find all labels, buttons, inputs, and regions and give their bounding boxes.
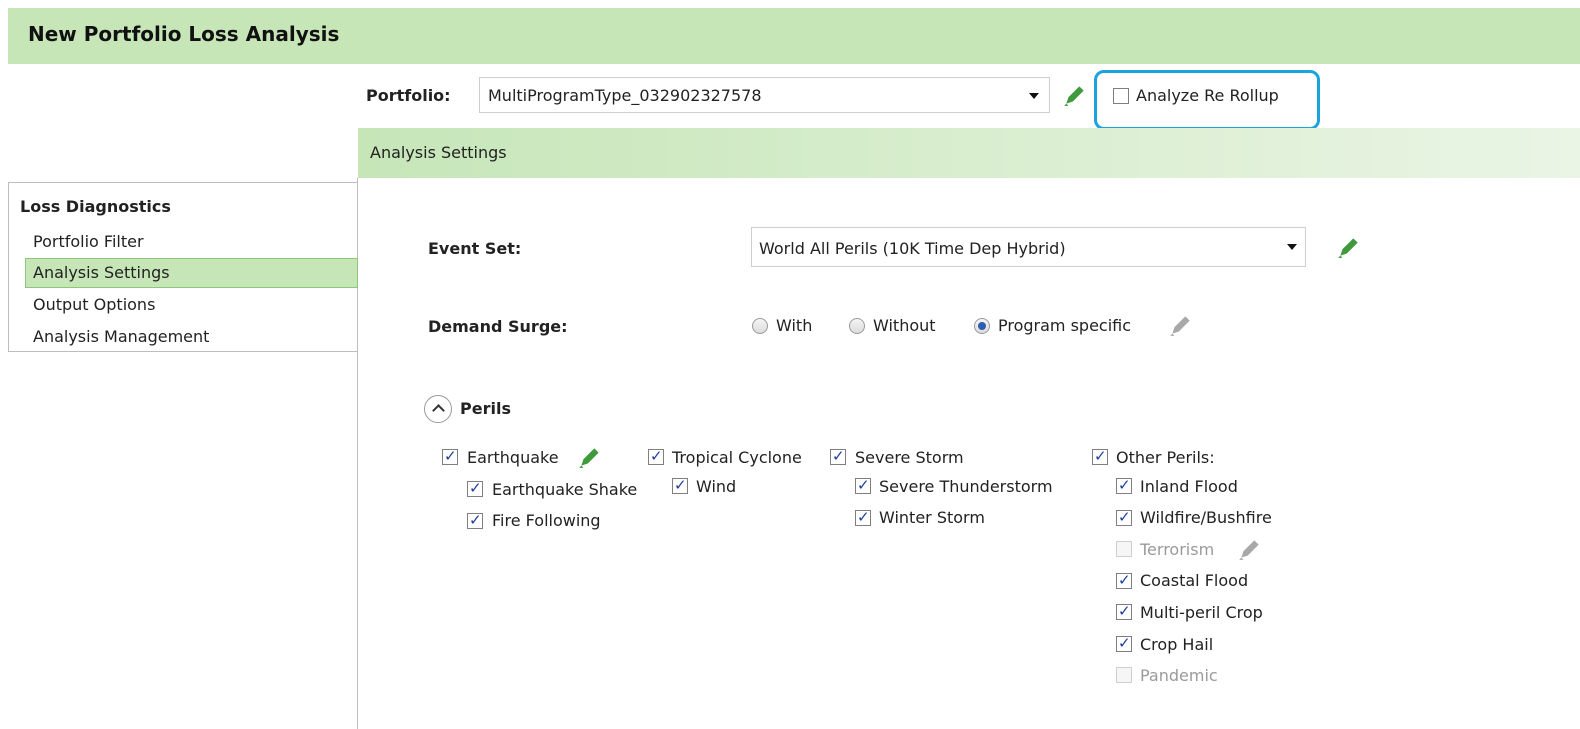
tropical-cyclone-label[interactable]: Tropical Cyclone — [672, 448, 802, 467]
pandemic-checkbox — [1116, 667, 1132, 683]
demand-surge-program-specific-radio[interactable] — [974, 318, 990, 334]
chevron-down-icon — [1287, 244, 1297, 250]
nav-heading: Loss Diagnostics — [20, 197, 171, 216]
crop-hail-label[interactable]: Crop Hail — [1140, 635, 1213, 654]
inland-flood-label[interactable]: Inland Flood — [1140, 477, 1238, 496]
terrorism-label: Terrorism — [1140, 540, 1215, 559]
terrorism-checkbox — [1116, 541, 1132, 557]
window-title: New Portfolio Loss Analysis — [28, 22, 340, 46]
demand-surge-without-radio[interactable] — [849, 318, 865, 334]
earthquake-shake-label[interactable]: Earthquake Shake — [492, 480, 637, 499]
analyze-re-rollup-label[interactable]: Analyze Re Rollup — [1136, 86, 1279, 105]
wind-label[interactable]: Wind — [696, 477, 736, 496]
analysis-settings-header: Analysis Settings — [358, 128, 1580, 178]
sidebar-item-output-options[interactable]: Output Options — [25, 290, 358, 320]
coastal-flood-label[interactable]: Coastal Flood — [1140, 571, 1248, 590]
pandemic-label: Pandemic — [1140, 666, 1218, 685]
tropical-cyclone-checkbox[interactable] — [648, 447, 664, 465]
demand-surge-with-label[interactable]: With — [776, 316, 812, 335]
earthquake-checkbox[interactable] — [442, 447, 458, 465]
sidebar-nav: Loss Diagnostics Portfolio Filter Analys… — [8, 182, 358, 352]
event-set-label: Event Set: — [428, 239, 522, 258]
other-perils-checkbox[interactable] — [1092, 447, 1108, 465]
other-perils-label[interactable]: Other Perils: — [1116, 448, 1215, 467]
winter-storm-checkbox[interactable] — [855, 508, 871, 526]
multi-peril-crop-label[interactable]: Multi-peril Crop — [1140, 603, 1263, 622]
demand-surge-program-specific-label[interactable]: Program specific — [998, 316, 1131, 335]
winter-storm-label[interactable]: Winter Storm — [879, 508, 985, 527]
severe-storm-label[interactable]: Severe Storm — [855, 448, 964, 467]
earthquake-shake-checkbox[interactable] — [467, 479, 483, 497]
earthquake-label[interactable]: Earthquake — [467, 448, 559, 467]
title-bar: New Portfolio Loss Analysis — [8, 8, 1580, 64]
demand-surge-label: Demand Surge: — [428, 317, 568, 336]
pencil-edit-icon — [1168, 312, 1194, 338]
pencil-edit-icon[interactable] — [577, 444, 603, 470]
chevron-down-icon — [1029, 93, 1039, 99]
inland-flood-checkbox[interactable] — [1116, 476, 1132, 494]
portfolio-label: Portfolio: — [366, 86, 451, 105]
multi-peril-crop-checkbox[interactable] — [1116, 602, 1132, 620]
demand-surge-without-label[interactable]: Without — [873, 316, 936, 335]
severe-thunderstorm-checkbox[interactable] — [855, 476, 871, 494]
wildfire-bushfire-label[interactable]: Wildfire/Bushfire — [1140, 508, 1272, 527]
sidebar-item-portfolio-filter[interactable]: Portfolio Filter — [25, 227, 358, 257]
sidebar-item-analysis-management[interactable]: Analysis Management — [25, 322, 358, 352]
analyze-re-rollup-checkbox[interactable] — [1113, 88, 1129, 104]
wind-checkbox[interactable] — [672, 476, 688, 494]
severe-storm-checkbox[interactable] — [830, 447, 846, 465]
sidebar-item-analysis-settings[interactable]: Analysis Settings — [25, 258, 358, 288]
demand-surge-with-radio[interactable] — [752, 318, 768, 334]
crop-hail-checkbox[interactable] — [1116, 634, 1132, 652]
section-title: Analysis Settings — [370, 143, 507, 162]
pencil-edit-icon — [1237, 536, 1263, 562]
perils-title: Perils — [460, 399, 511, 418]
collapse-perils-button[interactable] — [424, 395, 452, 423]
pencil-edit-icon[interactable] — [1062, 82, 1088, 108]
wildfire-bushfire-checkbox[interactable] — [1116, 508, 1132, 526]
fire-following-checkbox[interactable] — [467, 511, 483, 529]
pencil-edit-icon[interactable] — [1336, 234, 1362, 260]
portfolio-dropdown[interactable]: MultiProgramType_032902327578 — [479, 77, 1050, 113]
fire-following-label[interactable]: Fire Following — [492, 511, 601, 530]
portfolio-selected-value: MultiProgramType_032902327578 — [488, 86, 762, 105]
coastal-flood-checkbox[interactable] — [1116, 571, 1132, 589]
event-set-selected-value: World All Perils (10K Time Dep Hybrid) — [759, 239, 1066, 258]
event-set-dropdown[interactable]: World All Perils (10K Time Dep Hybrid) — [751, 227, 1306, 267]
severe-thunderstorm-label[interactable]: Severe Thunderstorm — [879, 477, 1053, 496]
